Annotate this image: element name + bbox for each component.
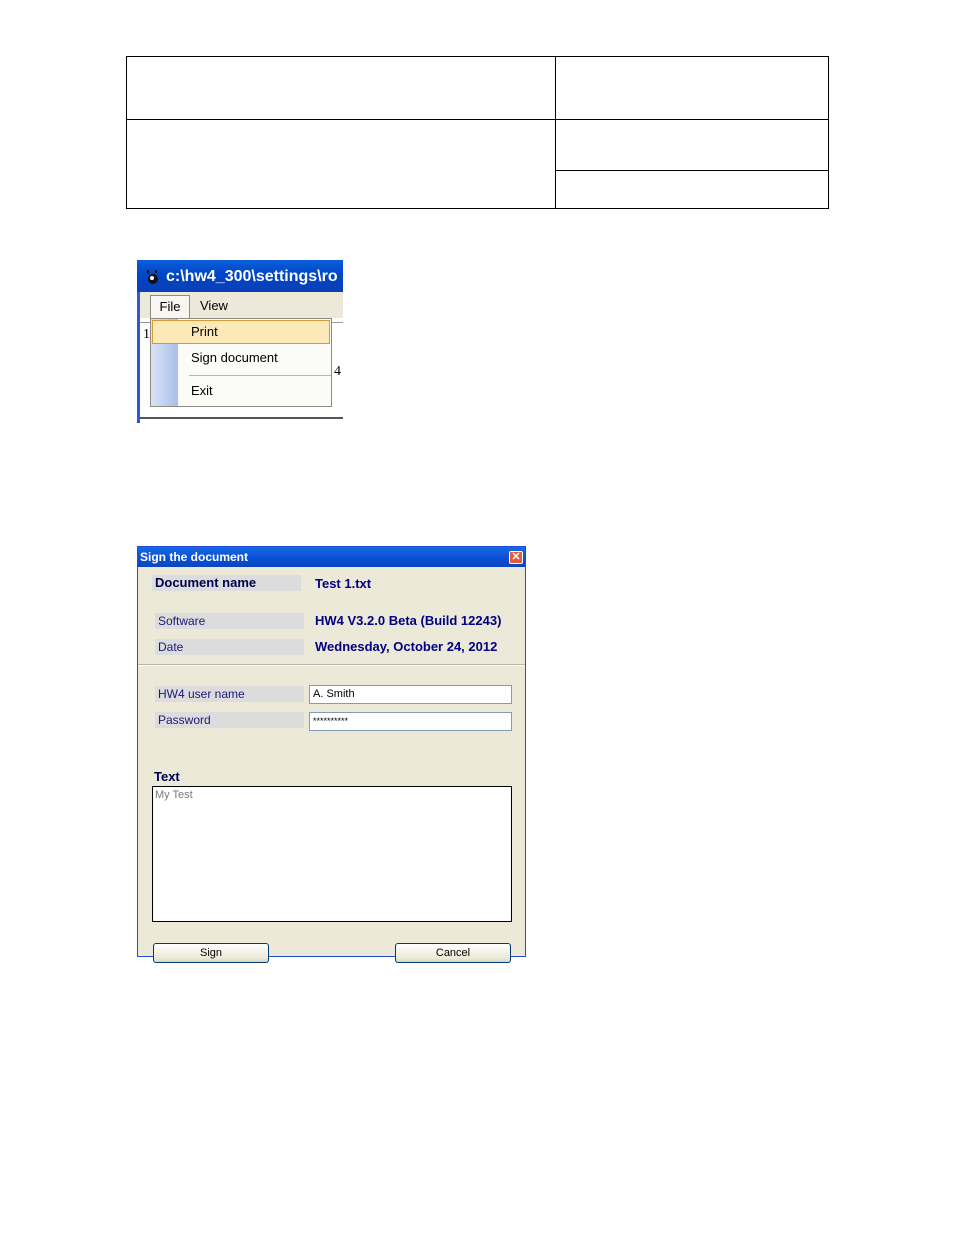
menubar: File View	[137, 292, 343, 320]
software-value: HW4 V3.2.0 Beta (Build 12243)	[315, 613, 502, 628]
close-icon: ✕	[511, 551, 521, 563]
app-icon	[147, 270, 158, 284]
close-button[interactable]: ✕	[509, 551, 523, 564]
user-name-label: HW4 user name	[155, 686, 304, 702]
divider	[140, 417, 343, 419]
table-cell	[126, 119, 556, 209]
menu-item-sign-document[interactable]: Sign document	[191, 346, 278, 370]
menu-file[interactable]: File	[150, 295, 190, 320]
text-area[interactable]: My Test	[152, 786, 512, 922]
background-text: 4	[334, 364, 341, 379]
file-menu-screenshot: c:\hw4_300\settings\ro File View 4 1 Pri…	[137, 260, 343, 423]
menu-separator	[189, 375, 331, 376]
table-cell	[555, 56, 829, 120]
date-label: Date	[155, 639, 304, 655]
menu-view[interactable]: View	[200, 295, 228, 317]
window-border	[137, 292, 140, 423]
menu-item-exit[interactable]: Exit	[191, 379, 213, 403]
table-cell	[555, 170, 829, 209]
table-cell	[126, 56, 556, 120]
password-label: Password	[155, 712, 304, 728]
menu-item-label: Print	[191, 324, 218, 339]
window-titlebar[interactable]: c:\hw4_300\settings\ro	[137, 260, 343, 292]
dialog-title: Sign the document	[140, 550, 248, 564]
text-label: Text	[154, 769, 180, 784]
file-menu-dropdown: Print Sign document Exit	[150, 318, 332, 407]
dialog-body: Document name Test 1.txt Software HW4 V3…	[138, 567, 525, 963]
menu-item-print[interactable]: Print	[152, 320, 330, 344]
dialog-divider	[138, 664, 525, 666]
software-label: Software	[155, 613, 304, 629]
background-text: 1	[143, 327, 150, 342]
cancel-button[interactable]: Cancel	[395, 943, 511, 963]
document-name-label: Document name	[152, 575, 301, 591]
sign-button[interactable]: Sign	[153, 943, 269, 963]
document-name-value: Test 1.txt	[315, 576, 372, 591]
table-cell	[555, 119, 829, 171]
dialog-titlebar[interactable]: Sign the document ✕	[138, 547, 525, 567]
empty-table	[126, 56, 829, 209]
password-input[interactable]: **********	[309, 712, 512, 731]
date-value: Wednesday, October 24, 2012	[315, 639, 498, 654]
sign-document-dialog: Sign the document ✕ Document name Test 1…	[137, 546, 526, 963]
window-title: c:\hw4_300\settings\ro	[166, 268, 338, 285]
user-name-input[interactable]: A. Smith	[309, 685, 512, 704]
